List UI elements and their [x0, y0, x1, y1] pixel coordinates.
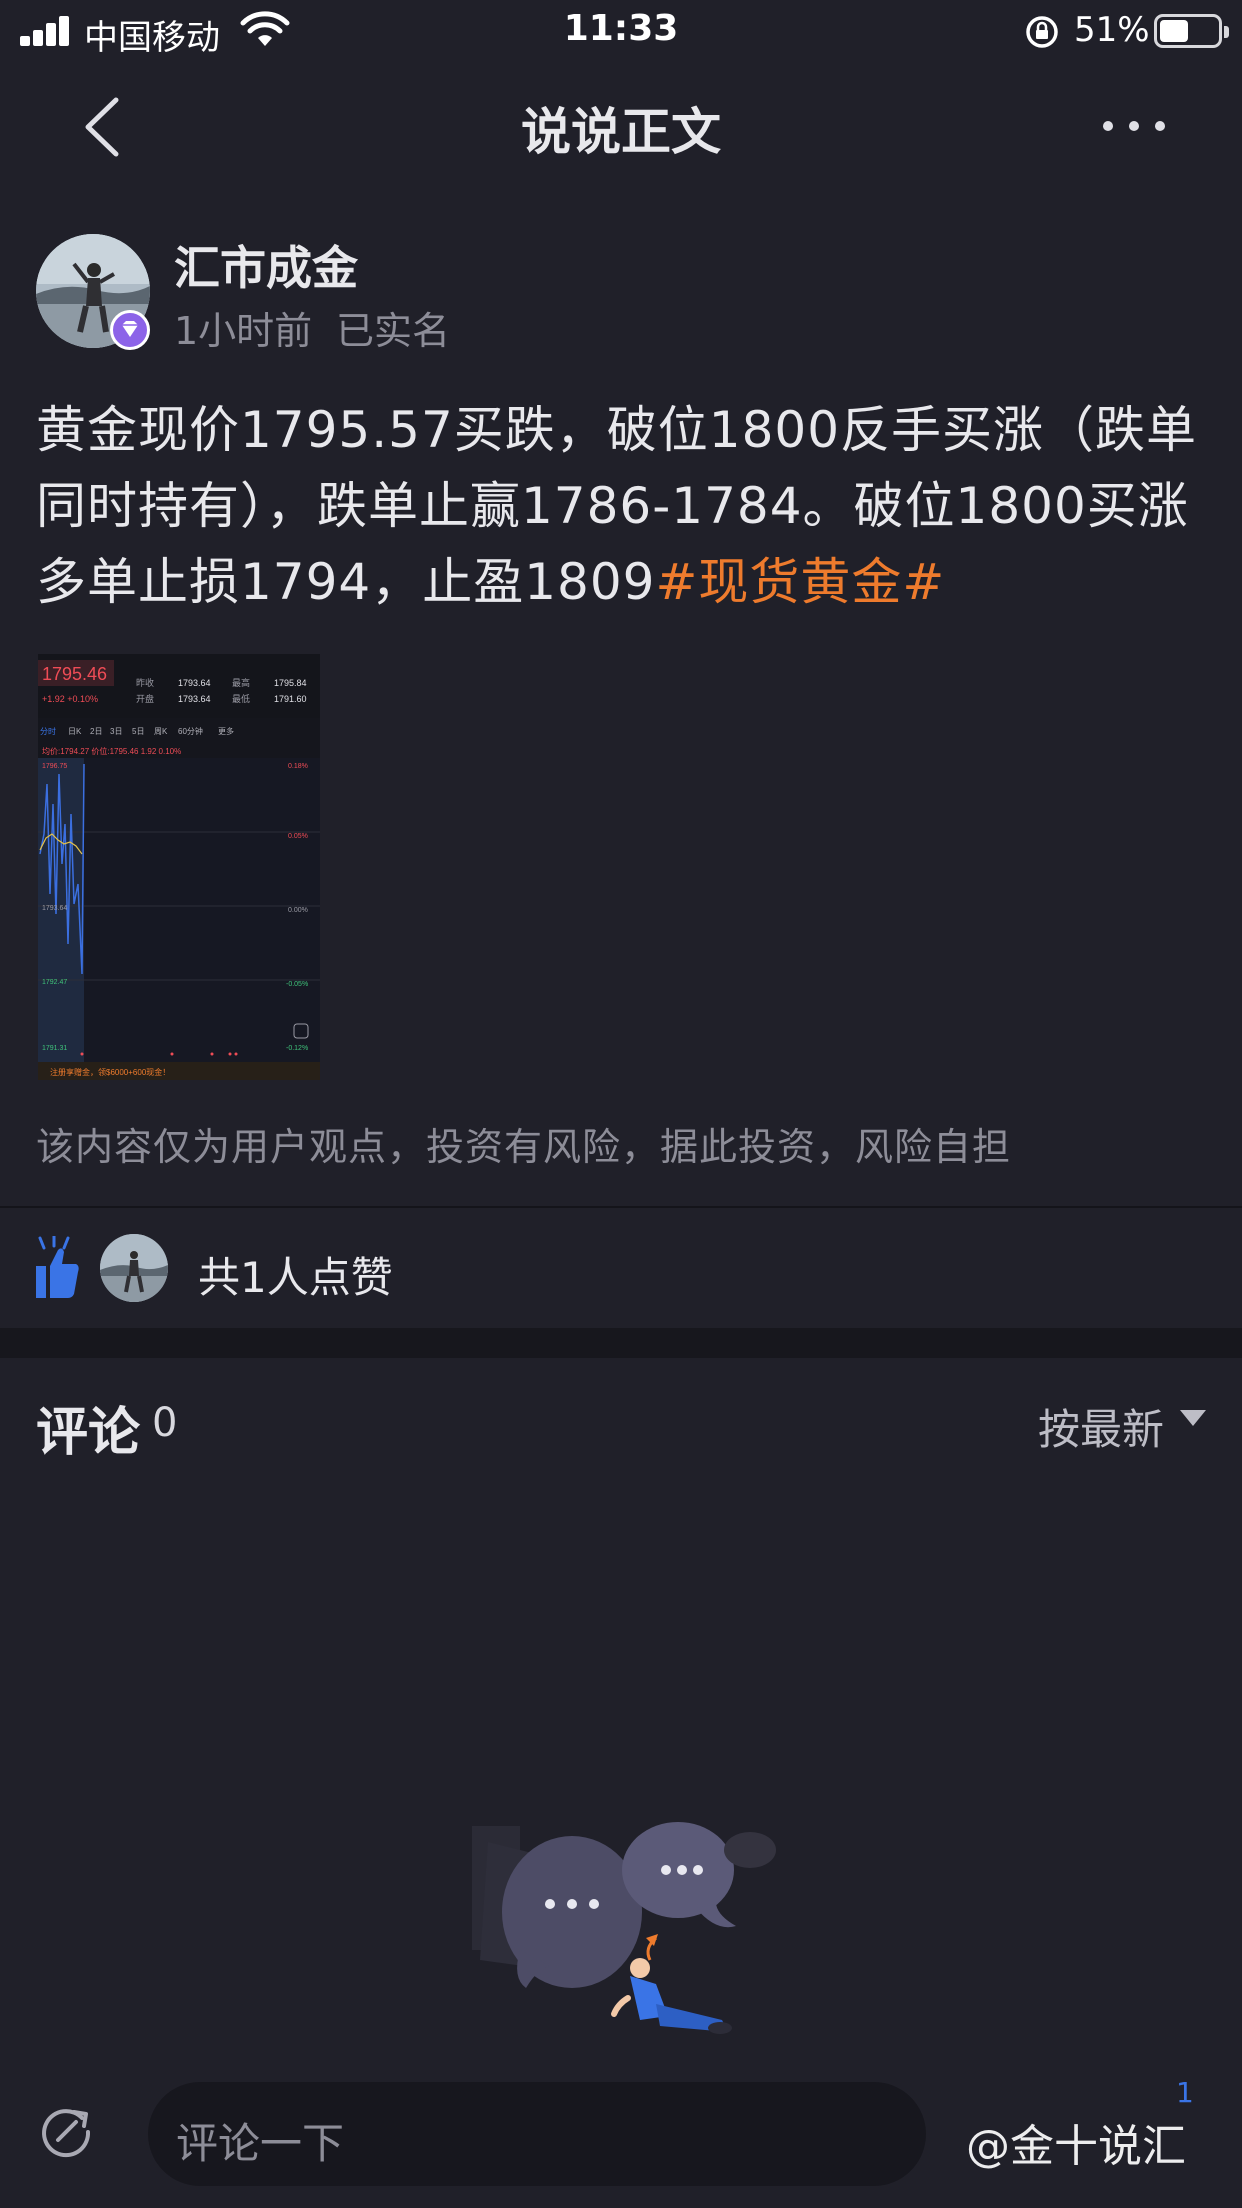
- chart-prev-close: 1793.64: [178, 678, 211, 688]
- empty-comments-illustration: [472, 1822, 776, 2034]
- post-text: 黄金现价1795.57买跌，破位1800反手买涨（跌单同时持有），跌单止赢178…: [36, 401, 1198, 611]
- chart-tab: 日K: [68, 727, 82, 736]
- rotation-lock-icon: [1026, 16, 1058, 48]
- caret-down-icon[interactable]: [1178, 1408, 1208, 1428]
- author-name[interactable]: 汇市成金: [174, 232, 358, 298]
- chart-tab: 2日: [90, 727, 102, 736]
- disclaimer: 该内容仅为用户观点，投资有风险，据此投资，风险自担: [36, 1125, 1012, 1169]
- comments-count: 0: [152, 1400, 178, 1446]
- nav-bar: 说说正文: [0, 62, 1242, 190]
- chart-banner: 注册享赠金，领$6000+600现金！: [50, 1067, 170, 1077]
- chart-pct-label: -0.12%: [286, 1045, 308, 1052]
- chart-tab: 更多: [218, 726, 234, 736]
- chart-open: 1793.64: [178, 694, 211, 704]
- liker-avatar[interactable]: [100, 1234, 168, 1302]
- status-bar: 中国移动 11:33 51%: [0, 0, 1242, 62]
- verified-label: 已实名: [336, 309, 451, 353]
- hashtag-link[interactable]: #现货黄金#: [656, 553, 946, 611]
- sort-dropdown[interactable]: 按最新: [1038, 1396, 1164, 1457]
- divider: [0, 1206, 1242, 1208]
- chart-tab-row: 分时 日K 2日 3日 5日 周K 60分钟 更多: [40, 726, 234, 736]
- chart-tab: 3日: [110, 727, 122, 736]
- post-image[interactable]: 1795.46 +1.92 +0.10% 昨收 1793.64 最高 1795.…: [38, 654, 320, 1080]
- more-options-icon[interactable]: [1100, 116, 1168, 136]
- thumbs-up-icon[interactable]: [32, 1236, 82, 1300]
- chart-tab: 60分钟: [178, 726, 203, 736]
- post-time: 1小时前: [174, 309, 313, 353]
- verified-badge-icon: [110, 310, 150, 350]
- chart-y-label: 1792.47: [42, 979, 67, 986]
- chart-tab: 5日: [132, 727, 144, 736]
- chart-open-label: 开盘: [136, 693, 154, 704]
- chart-low-label: 最低: [232, 693, 250, 704]
- chart-pct-label: -0.05%: [286, 981, 308, 988]
- watermark: @金十说汇: [966, 2121, 1186, 2172]
- share-icon[interactable]: [38, 2104, 94, 2160]
- like-count-badge: 1: [1176, 2076, 1194, 2109]
- chart-prev-close-label: 昨收: [136, 677, 154, 688]
- chart-price: 1795.46: [42, 664, 107, 684]
- chart-y-label: 1791.31: [42, 1045, 67, 1052]
- chart-pct-label: 0.00%: [288, 907, 308, 914]
- like-count-label: 共1人点赞: [198, 1253, 393, 1302]
- chart-y-label: 1793.64: [42, 905, 67, 912]
- post-body: 黄金现价1795.57买跌，破位1800反手买涨（跌单同时持有），跌单止赢178…: [36, 392, 1206, 620]
- page-title: 说说正文: [521, 103, 721, 161]
- battery-percent: 51%: [1074, 10, 1150, 50]
- chart-pct-label: 0.05%: [288, 833, 308, 840]
- chart-change: +1.92 +0.10%: [42, 694, 98, 704]
- chart-avg-line: 均价:1794.27 价位:1795.46 1.92 0.10%: [42, 746, 181, 756]
- chart-pct-label: 0.18%: [288, 763, 308, 770]
- chart-y-label: 1796.75: [42, 763, 67, 770]
- chart-high: 1795.84: [274, 678, 307, 688]
- chart-tab: 分时: [40, 726, 56, 736]
- comment-input-placeholder: 评论一下: [176, 2119, 345, 2168]
- chart-tab: 周K: [154, 727, 168, 736]
- comments-title: 评论: [36, 1403, 141, 1463]
- battery-icon: [1154, 14, 1229, 48]
- section-separator: [0, 1328, 1242, 1358]
- chart-high-label: 最高: [232, 677, 250, 688]
- chart-low: 1791.60: [274, 694, 307, 704]
- comment-input[interactable]: 评论一下: [148, 2082, 926, 2186]
